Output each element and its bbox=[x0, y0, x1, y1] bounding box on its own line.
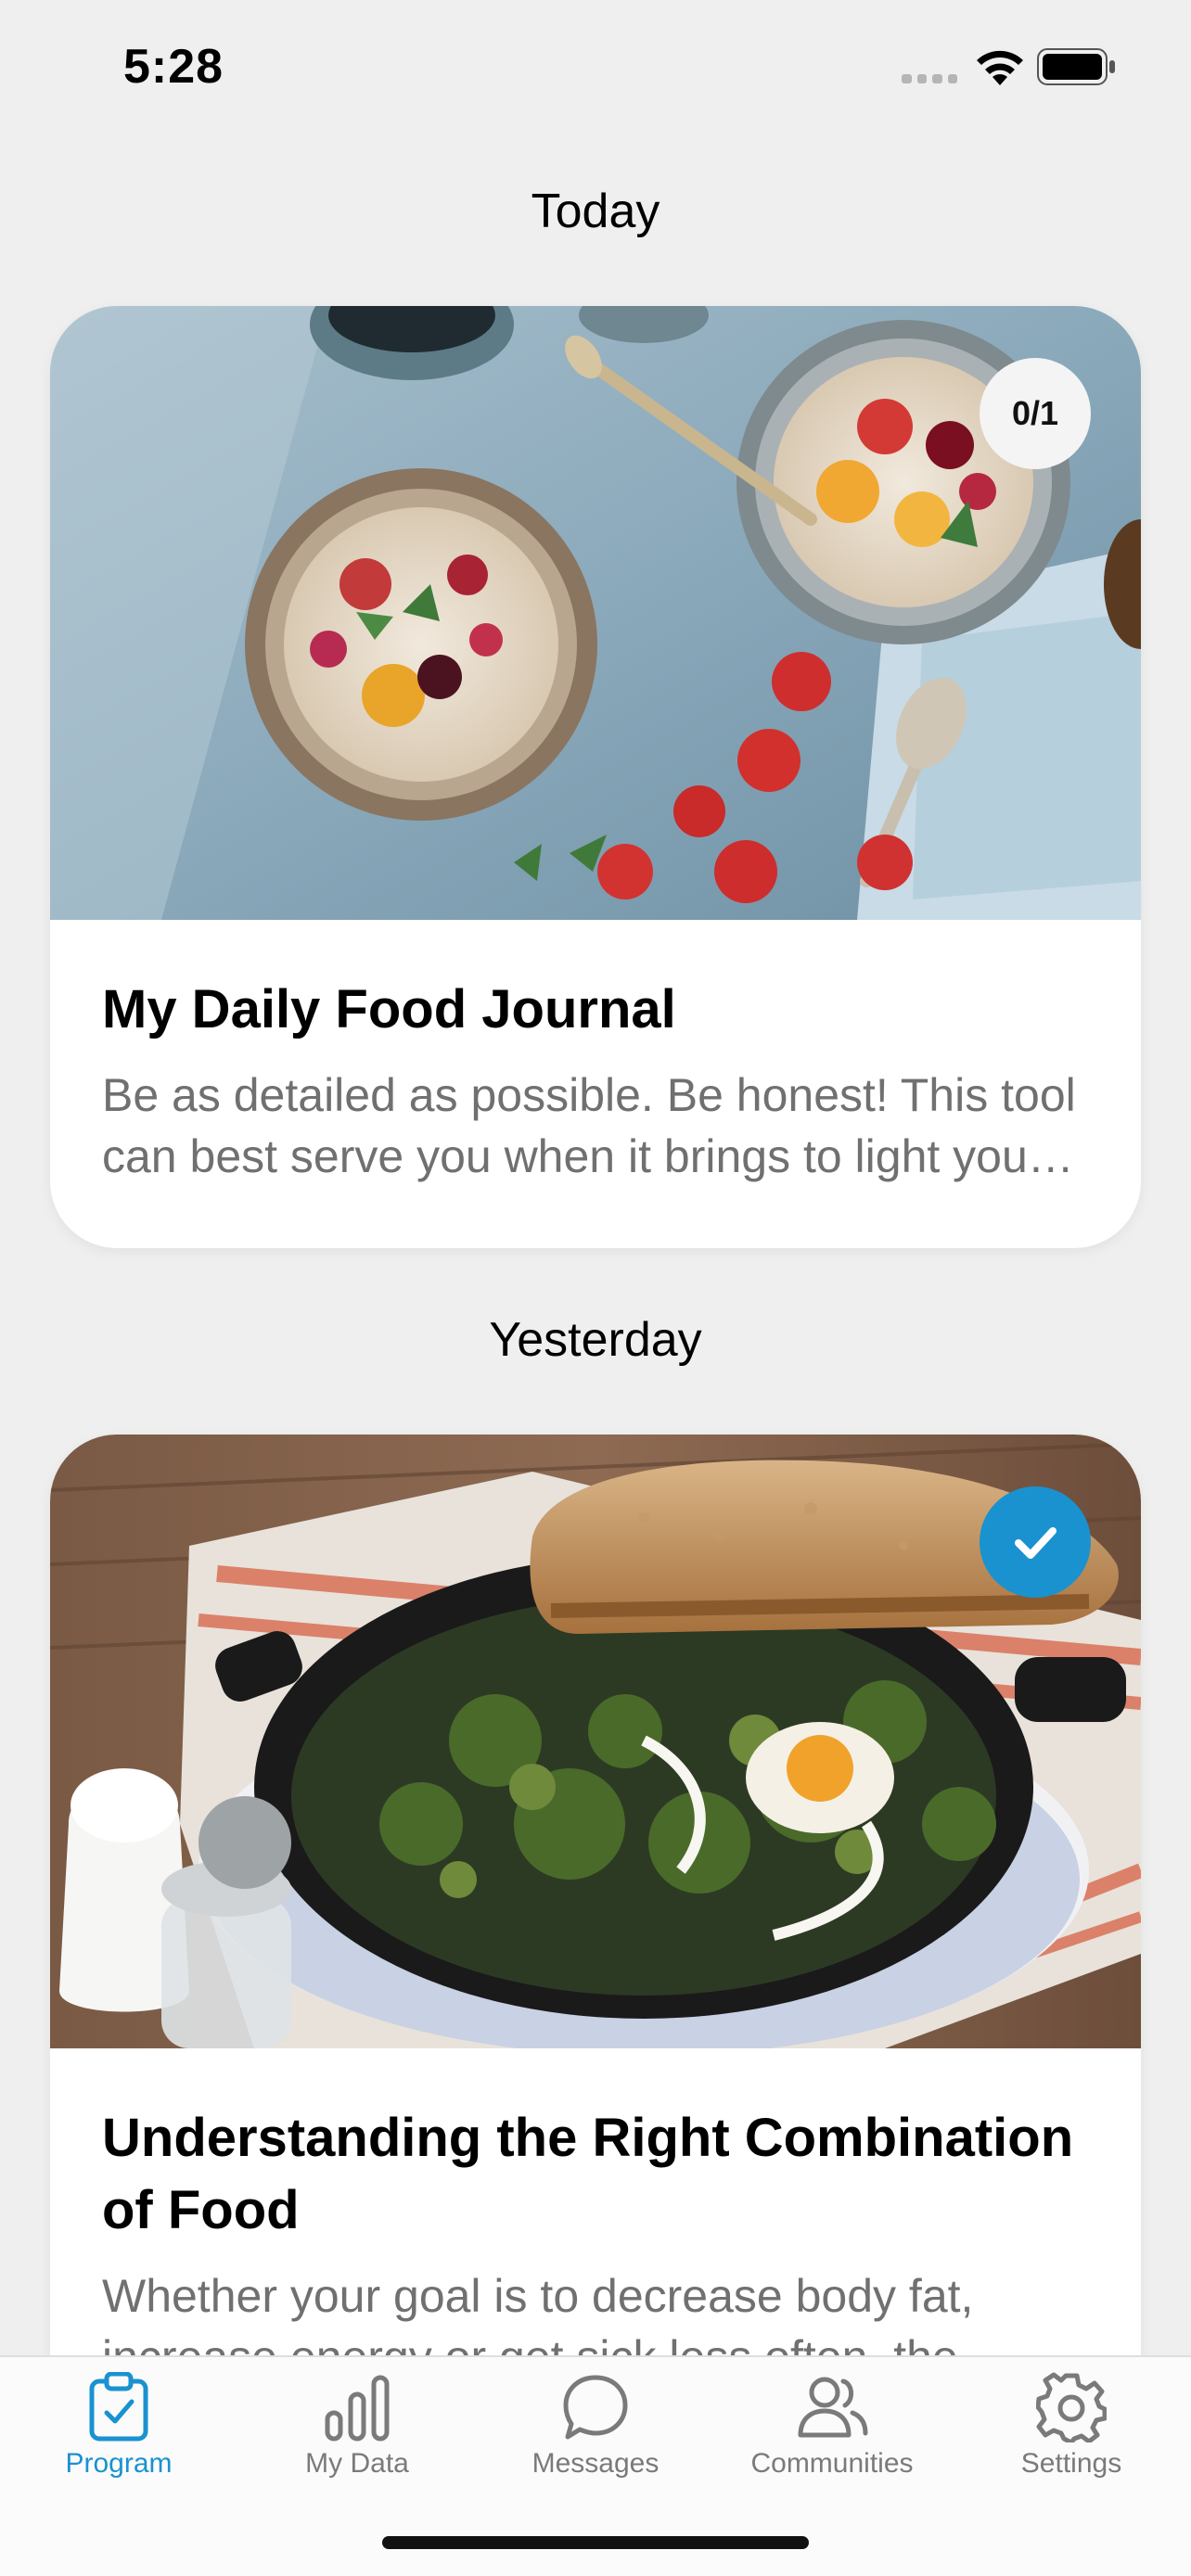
clipboard-check-icon bbox=[89, 2372, 148, 2442]
chat-bubble-icon bbox=[563, 2375, 628, 2440]
status-time: 5:28 bbox=[123, 40, 224, 94]
card-title: My Daily Food Journal bbox=[102, 979, 676, 1039]
card-description: Whether your goal is to decrease body fa… bbox=[102, 2270, 974, 2355]
tab-messages[interactable]: Messages bbox=[493, 2372, 698, 2511]
completed-check-badge bbox=[980, 1486, 1091, 1598]
tab-program[interactable]: Program bbox=[17, 2372, 221, 2511]
tab-label: Settings bbox=[1020, 2448, 1122, 2479]
bar-chart-icon bbox=[325, 2375, 390, 2442]
activity-card-food-journal[interactable]: 0/1 My Daily Food Journal Be as detailed… bbox=[50, 306, 1141, 1248]
tab-label: My Data bbox=[305, 2448, 409, 2479]
tab-communities[interactable]: Communities bbox=[730, 2372, 934, 2511]
card-image-skillet bbox=[50, 1435, 1141, 2048]
oatmeal-bowls-illustration bbox=[50, 306, 1141, 920]
card-body: Understanding the Right Combination of F… bbox=[50, 2048, 1141, 2355]
home-indicator[interactable] bbox=[382, 2536, 809, 2549]
tab-label: Program bbox=[65, 2448, 173, 2479]
section-header-today: Today bbox=[531, 185, 660, 238]
tab-label: Messages bbox=[531, 2448, 660, 2479]
wifi-icon bbox=[977, 50, 1023, 85]
status-bar: 5:28 bbox=[0, 0, 1191, 139]
card-title: Understanding the Right Combination of F… bbox=[102, 2108, 1074, 2240]
tab-settings[interactable]: Settings bbox=[969, 2372, 1173, 2511]
progress-badge: 0/1 bbox=[980, 358, 1091, 469]
gear-icon bbox=[1036, 2372, 1107, 2442]
card-description: Be as detailed as possible. Be honest! T… bbox=[102, 1069, 1076, 1182]
tab-label: Communities bbox=[750, 2448, 914, 2479]
people-icon bbox=[798, 2377, 868, 2438]
card-body: My Daily Food Journal Be as detailed as … bbox=[50, 920, 1141, 1248]
cellular-signal-icon bbox=[902, 74, 957, 83]
checkmark-icon bbox=[1015, 1527, 1057, 1559]
battery-icon bbox=[1037, 48, 1115, 85]
tab-my-data[interactable]: My Data bbox=[255, 2372, 459, 2511]
skillet-illustration bbox=[50, 1435, 1141, 2048]
section-header-yesterday: Yesterday bbox=[489, 1313, 702, 1367]
card-image-bowls: 0/1 bbox=[50, 306, 1141, 920]
activity-card-food-combination[interactable]: Understanding the Right Combination of F… bbox=[50, 1435, 1141, 2355]
program-feed[interactable]: Today 0/1 My Daily Food Journal Be as de… bbox=[0, 139, 1191, 2355]
